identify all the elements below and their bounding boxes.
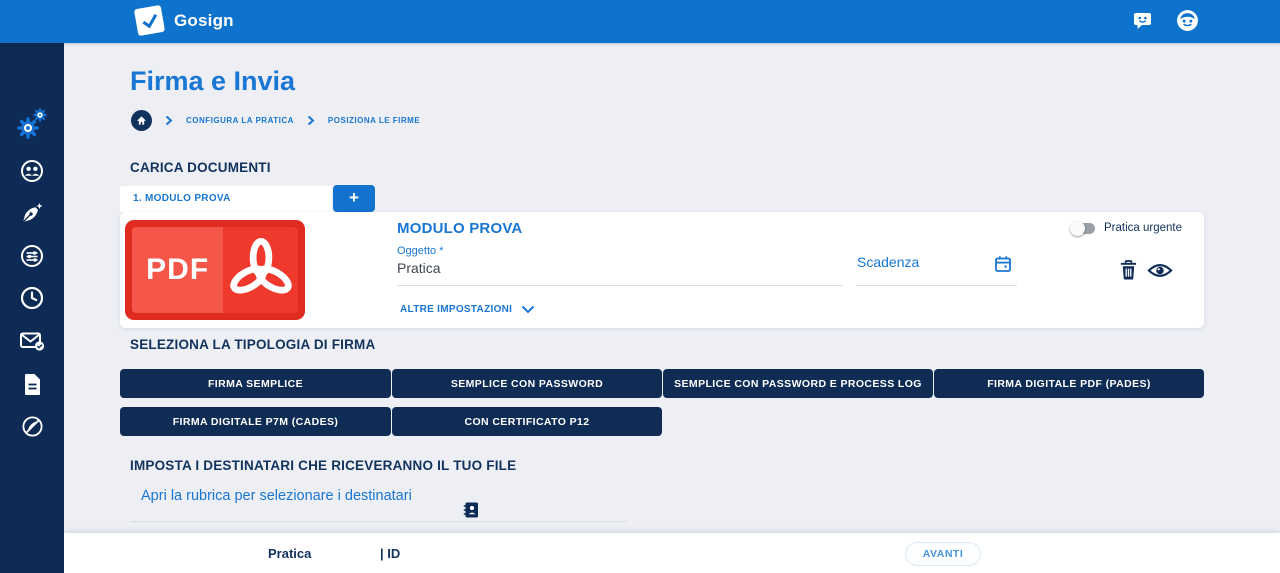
add-document-button[interactable]: + [333, 185, 375, 212]
mail-check-icon[interactable] [0, 330, 64, 352]
firma-semplice-button[interactable]: FIRMA SEMPLICE [120, 369, 391, 398]
gears-icon[interactable] [0, 107, 64, 139]
footer-pratica-label: Pratica [268, 546, 311, 561]
toggle-knob [1070, 221, 1085, 236]
section-title-destinatari: IMPOSTA I DESTINATARI CHE RICEVERANNO IL… [130, 458, 516, 473]
leaf-icon[interactable] [0, 415, 64, 438]
left-sidebar [0, 43, 64, 573]
recipients-underline [130, 521, 627, 522]
logo-text: Gosign [174, 11, 234, 31]
altre-impostazioni-toggle[interactable]: ALTRE IMPOSTAZIONI [400, 304, 535, 315]
pdf-file-icon[interactable]: PDF [125, 220, 305, 320]
home-icon[interactable] [131, 110, 152, 131]
section-title-carica-documenti: CARICA DOCUMENTI [130, 160, 271, 175]
scadenza-underline [856, 285, 1017, 286]
oggetto-field-label: Oggetto * [397, 245, 443, 257]
chevron-right-icon [165, 115, 173, 126]
pen-icon[interactable] [0, 201, 64, 225]
footer-bar: Pratica | ID AVANTI [64, 533, 1280, 573]
avanti-button[interactable]: AVANTI [905, 542, 981, 566]
breadcrumb-posiziona-le-firme[interactable]: POSIZIONA LE FIRME [328, 116, 420, 125]
page-title: Firma e Invia [130, 66, 295, 97]
adobe-trefoil-icon [223, 227, 298, 313]
urgent-toggle-row: Pratica urgente [1072, 222, 1182, 234]
clock-icon[interactable] [0, 286, 64, 310]
breadcrumb: CONFIGURA LA PRATICA POSIZIONA LE FIRME [131, 110, 420, 131]
feedback-chat-icon[interactable] [1133, 11, 1152, 35]
calendar-icon[interactable] [994, 255, 1012, 278]
pratica-urgente-toggle[interactable] [1072, 223, 1095, 234]
pdf-badge-text: PDF [146, 253, 209, 287]
oggetto-underline [397, 285, 843, 286]
document-tab-label: 1. MODULO PROVA [120, 186, 332, 212]
firma-digitale-pdf-pades-button[interactable]: FIRMA DIGITALE PDF (PADES) [934, 369, 1204, 398]
breadcrumb-configura-la-pratica[interactable]: CONFIGURA LA PRATICA [186, 116, 294, 125]
scadenza-input[interactable] [857, 254, 992, 270]
pratica-urgente-label: Pratica urgente [1104, 222, 1182, 234]
semplice-con-password-process-log-button[interactable]: SEMPLICE CON PASSWORD E PROCESS LOG [663, 369, 933, 398]
document-icon[interactable] [0, 372, 64, 397]
oggetto-input[interactable] [397, 260, 837, 276]
section-title-tipologia-firma: SELEZIONA LA TIPOLOGIA DI FIRMA [130, 337, 375, 352]
footer-id-label: | ID [380, 546, 400, 561]
gosign-check-icon [134, 5, 165, 36]
user-avatar-icon[interactable] [1176, 9, 1199, 37]
chevron-down-icon [521, 305, 535, 314]
gosign-logo[interactable]: Gosign [136, 7, 234, 34]
apri-rubrica-link[interactable]: Apri la rubrica per selezionare i destin… [141, 488, 412, 504]
preview-eye-icon[interactable] [1147, 262, 1173, 284]
semplice-con-password-button[interactable]: SEMPLICE CON PASSWORD [392, 369, 662, 398]
users-icon[interactable] [0, 159, 64, 183]
firma-digitale-p7m-cades-button[interactable]: FIRMA DIGITALE P7M (CADES) [120, 407, 391, 436]
delete-document-icon[interactable] [1119, 259, 1138, 286]
chevron-right-icon [307, 115, 315, 126]
con-certificato-p12-button[interactable]: CON CERTIFICATO P12 [392, 407, 662, 436]
document-tab[interactable]: 1. MODULO PROVA [120, 186, 332, 212]
sliders-icon[interactable] [0, 244, 64, 268]
document-card: PDF MODULO PROVA Oggetto * ALTRE IMPOSTA… [120, 212, 1204, 328]
document-title: MODULO PROVA [397, 220, 522, 237]
top-bar: Gosign [0, 0, 1280, 43]
pdf-badge-panel: PDF [132, 227, 223, 313]
altre-impostazioni-label: ALTRE IMPOSTAZIONI [400, 304, 512, 315]
